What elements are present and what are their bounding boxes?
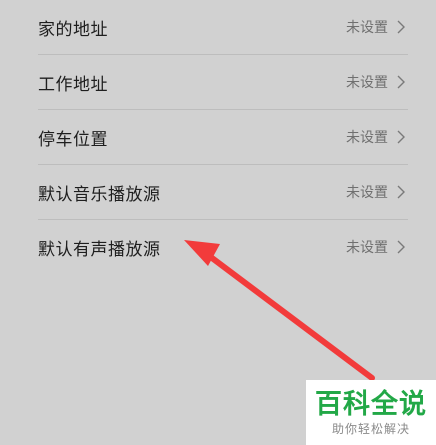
row-label: 工作地址 — [38, 74, 108, 95]
row-label: 停车位置 — [38, 129, 108, 150]
row-label: 默认音乐播放源 — [38, 184, 161, 205]
chevron-right-icon — [397, 185, 405, 199]
row-right: 未设置 — [346, 237, 408, 257]
settings-row-default-audiobook-source[interactable]: 默认有声播放源 未设置 — [38, 220, 408, 274]
row-right: 未设置 — [346, 182, 408, 202]
row-right: 未设置 — [346, 127, 408, 147]
settings-row-home-address[interactable]: 家的地址 未设置 — [38, 0, 408, 55]
chevron-right-icon — [397, 240, 405, 254]
chevron-right-icon — [397, 75, 405, 89]
settings-row-work-address[interactable]: 工作地址 未设置 — [38, 55, 408, 110]
settings-page: 家的地址 未设置 工作地址 未设置 停车位置 未设置 默认音乐播放源 未设置 默… — [0, 0, 436, 445]
row-value: 未设置 — [346, 240, 388, 256]
row-right: 未设置 — [346, 17, 408, 37]
row-right: 未设置 — [346, 72, 408, 92]
settings-row-default-music-source[interactable]: 默认音乐播放源 未设置 — [38, 165, 408, 220]
row-value: 未设置 — [346, 75, 388, 91]
settings-row-parking-location[interactable]: 停车位置 未设置 — [38, 110, 408, 165]
watermark-subtitle: 助你轻松解决 — [331, 421, 410, 436]
row-value: 未设置 — [346, 20, 388, 36]
row-label: 家的地址 — [38, 19, 108, 40]
watermark-title: 百科全说 — [315, 388, 427, 420]
row-value: 未设置 — [346, 185, 388, 201]
row-value: 未设置 — [346, 130, 388, 146]
chevron-right-icon — [397, 130, 405, 144]
chevron-right-icon — [397, 20, 405, 34]
watermark-logo: 百科全说 助你轻松解决 — [306, 380, 436, 445]
row-label: 默认有声播放源 — [38, 239, 161, 260]
settings-list: 家的地址 未设置 工作地址 未设置 停车位置 未设置 默认音乐播放源 未设置 默… — [0, 0, 436, 274]
